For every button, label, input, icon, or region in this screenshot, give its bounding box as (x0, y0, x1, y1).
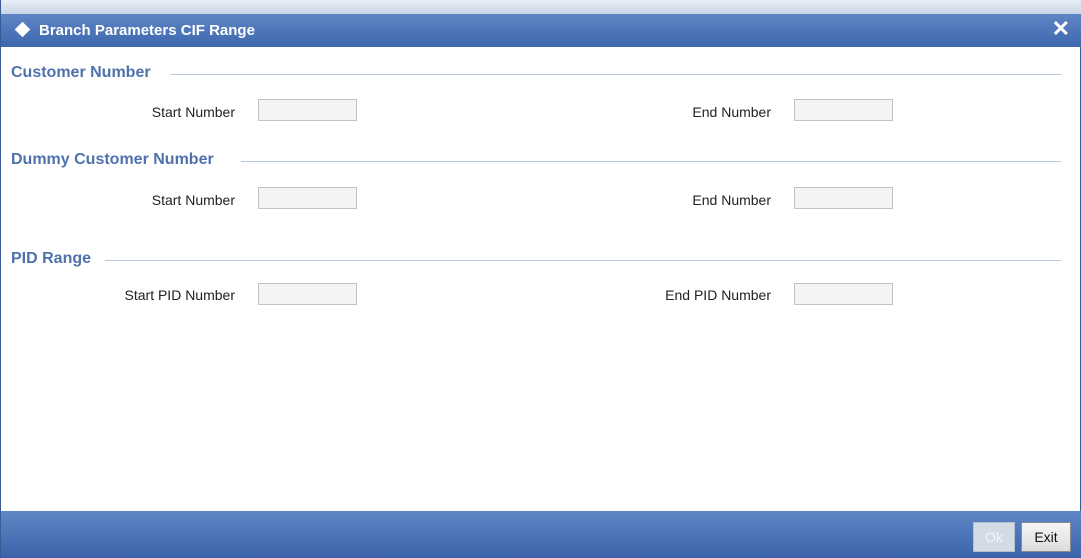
customer-end-number-label: End Number (692, 104, 771, 120)
customer-end-number-input[interactable] (794, 99, 893, 121)
window-title: Branch Parameters CIF Range (39, 22, 255, 39)
exit-button[interactable]: Exit (1021, 522, 1071, 552)
section-title-customer-number: Customer Number (11, 64, 155, 82)
section-divider (105, 260, 1061, 261)
close-icon[interactable]: ✕ (1052, 17, 1070, 41)
footer-bar (1, 511, 1081, 558)
title-bar: Branch Parameters CIF Range ✕ (1, 14, 1081, 47)
dialog-window: Branch Parameters CIF Range ✕ Customer N… (0, 0, 1081, 558)
start-pid-number-input[interactable] (258, 283, 357, 305)
dummy-end-number-input[interactable] (794, 187, 893, 209)
start-pid-number-label: Start PID Number (124, 287, 235, 303)
end-pid-number-label: End PID Number (665, 287, 771, 303)
section-title-dummy-customer-number: Dummy Customer Number (11, 151, 218, 169)
window-top-strip (1, 0, 1081, 14)
customer-start-number-label: Start Number (151, 104, 235, 120)
ok-button[interactable]: Ok (973, 522, 1015, 552)
section-title-pid-range: PID Range (11, 250, 96, 268)
dummy-start-number-label: Start Number (151, 192, 235, 208)
dummy-start-number-input[interactable] (258, 187, 357, 209)
diamond-icon (14, 21, 31, 38)
dummy-end-number-label: End Number (692, 192, 771, 208)
end-pid-number-input[interactable] (794, 283, 893, 305)
customer-start-number-input[interactable] (258, 99, 357, 121)
section-divider (171, 74, 1061, 75)
section-divider (241, 161, 1061, 162)
